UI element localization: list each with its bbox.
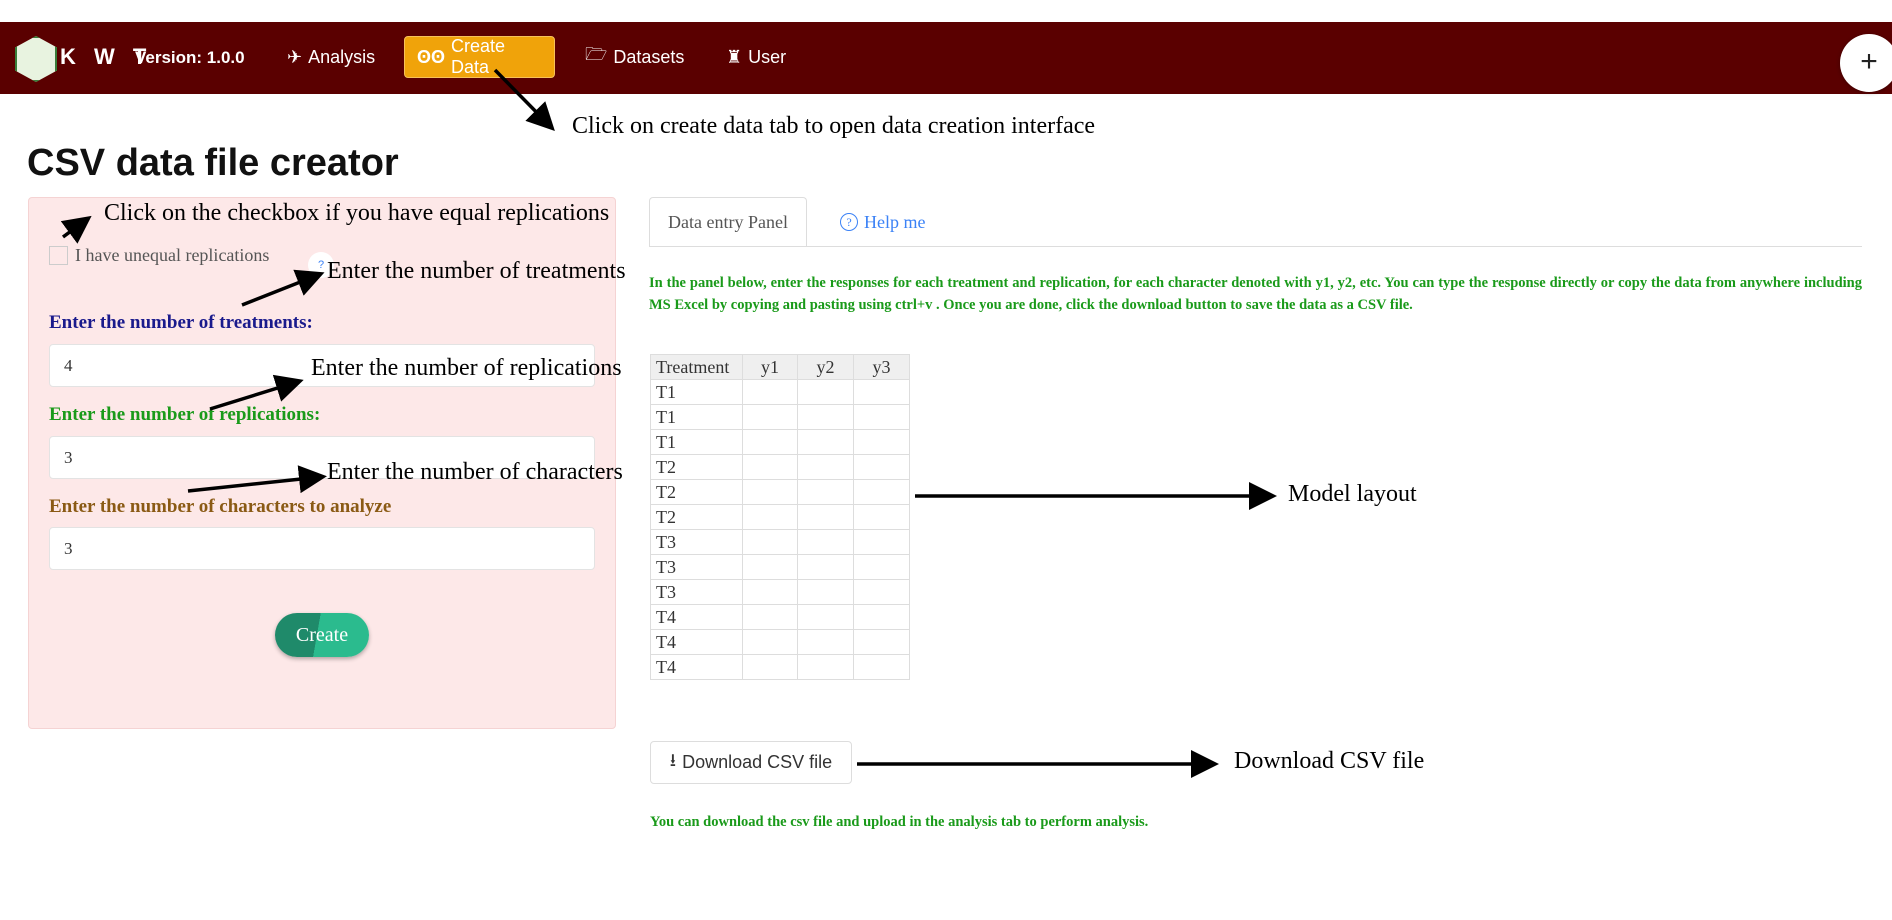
arrow-replications: [209, 374, 304, 411]
annotation-arrows: [60, 68, 1277, 778]
arrow-create-tab: [493, 68, 555, 131]
arrow-treatments: [241, 269, 325, 307]
arrow-characters: [187, 465, 327, 494]
arrow-checkbox: [60, 215, 92, 244]
